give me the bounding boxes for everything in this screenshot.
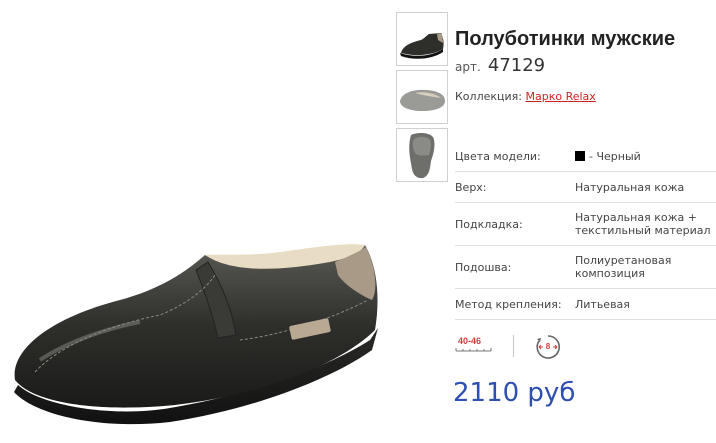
thumbnail-sole-view[interactable] [396,128,448,182]
property-label: Цвета модели: [455,149,541,163]
collection: Коллекция: Марко Relax [455,90,596,103]
property-label: Метод крепления: [455,297,562,311]
thumbnail-list [396,12,448,186]
ruler-icon[interactable]: 40-46 [455,333,495,357]
article-value: 47129 [487,55,546,76]
property-row-upper: Верх: Натуральная кожа [455,172,716,203]
property-label: Подкладка: [455,217,523,231]
article-label: арт. [455,60,481,74]
product-title: Полуботинки мужские [455,28,676,50]
property-label: Подошва: [455,260,512,274]
property-value: - Черный [589,149,641,163]
thumbnail-side-view[interactable] [396,12,448,66]
property-row-sole: Подошва: Полиуретановая композиция [455,246,716,289]
price: 2110 руб [453,378,576,408]
property-label: Верх: [455,180,487,194]
collection-link[interactable]: Марко Relax [525,90,595,103]
product-main-image [0,0,390,439]
article-number: арт. 47129 [455,55,545,76]
property-value: Литьевая [575,297,630,311]
size-badges: 40-46 8 [455,333,575,363]
width-arrows-icon[interactable]: 8 [535,334,561,360]
property-row-method: Метод крепления: Литьевая [455,289,716,320]
collection-label: Коллекция: [455,90,522,103]
property-value: Натуральная кожа [575,180,685,194]
width-value: 8 [545,342,551,351]
properties-table: Цвета модели: - Черный Верх: Натуральная… [455,141,716,320]
property-row-lining: Подкладка: Натуральная кожа + текстильны… [455,203,716,246]
property-value: Натуральная кожа + текстильный материал [575,211,711,237]
property-row-color: Цвета модели: - Черный [455,141,716,172]
property-value: Полиуретановая композиция [575,254,672,280]
thumbnail-top-view[interactable] [396,70,448,124]
divider [513,335,514,357]
color-swatch [575,150,585,161]
